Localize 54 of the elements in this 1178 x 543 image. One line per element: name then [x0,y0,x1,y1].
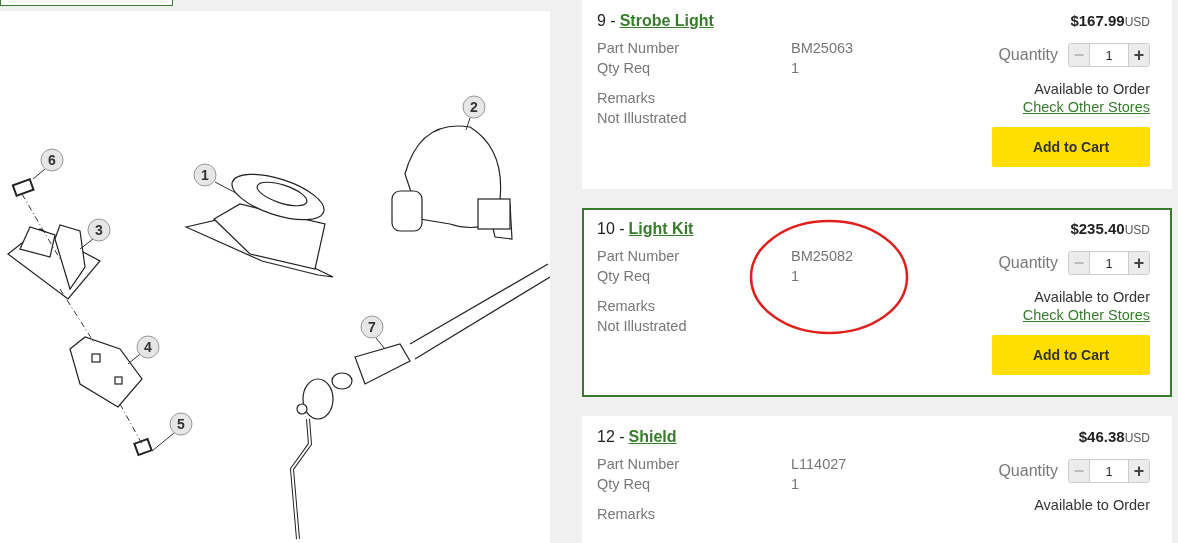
field-label: Remarks [597,89,656,108]
field-label: Remarks [597,297,656,316]
field-value: Not Illustrated [597,109,688,128]
check-stores-link[interactable]: Check Other Stores [1022,307,1150,323]
callout-badge: 1 [193,163,217,187]
field-label: Qty Req [597,475,652,494]
increase-button[interactable]: + [1129,252,1149,274]
callout-badge: 7 [360,315,384,339]
field-label: Part Number [597,247,681,266]
price: $235.40 [1070,220,1125,237]
add-to-cart-button[interactable]: Add to Cart [992,335,1150,375]
field-value: BM25082 [791,247,855,266]
availability-text: Available to Order [1034,289,1150,305]
availability-text: Available to Order [1034,81,1150,97]
quantity-label: Quantity [998,254,1058,272]
callout-badge: 4 [136,335,160,359]
quantity-label: Quantity [998,462,1058,480]
callout-badge: 2 [462,95,486,119]
quantity-stepper[interactable]: − 1 + [1068,459,1150,483]
part-name-link[interactable]: Light Kit [628,220,694,238]
field-label: Qty Req [597,267,652,286]
price: $167.99 [1070,12,1125,29]
increase-button[interactable]: + [1129,460,1149,482]
quantity-label: Quantity [998,46,1058,64]
field-label: Part Number [597,39,681,58]
increase-button[interactable]: + [1129,44,1149,66]
item-number: 12 - [597,428,625,446]
clip-drawing [11,177,35,197]
quantity-stepper[interactable]: − 1 + [1068,43,1150,67]
part-name-link[interactable]: Strobe Light [619,12,714,30]
currency: USD [1124,431,1150,445]
part-name-link[interactable]: Shield [628,428,677,446]
item-number: 9 - [597,12,616,30]
field-value: 1 [791,475,801,494]
field-value: 1 [791,267,801,286]
currency: USD [1124,223,1150,237]
cap-drawing [133,437,153,457]
check-stores-link[interactable]: Check Other Stores [1022,99,1150,115]
currency: USD [1124,15,1150,29]
availability-text: Available to Order [1034,497,1150,513]
field-label: Part Number [597,455,681,474]
field-value: L114027 [791,455,848,474]
callout-badge: 6 [40,148,64,172]
field-label: Remarks [597,505,656,524]
field-label: Qty Req [597,59,652,78]
field-value: BM25063 [791,39,855,58]
callout-badge: 3 [87,218,111,242]
field-value: 1 [791,59,801,78]
item-number: 10 - [597,220,625,238]
add-to-cart-button[interactable]: Add to Cart [992,127,1150,167]
price: $46.38 [1078,428,1125,445]
field-value: Not Illustrated [597,317,688,336]
quantity-stepper[interactable]: − 1 + [1068,251,1150,275]
callout-badge: 5 [169,412,193,436]
